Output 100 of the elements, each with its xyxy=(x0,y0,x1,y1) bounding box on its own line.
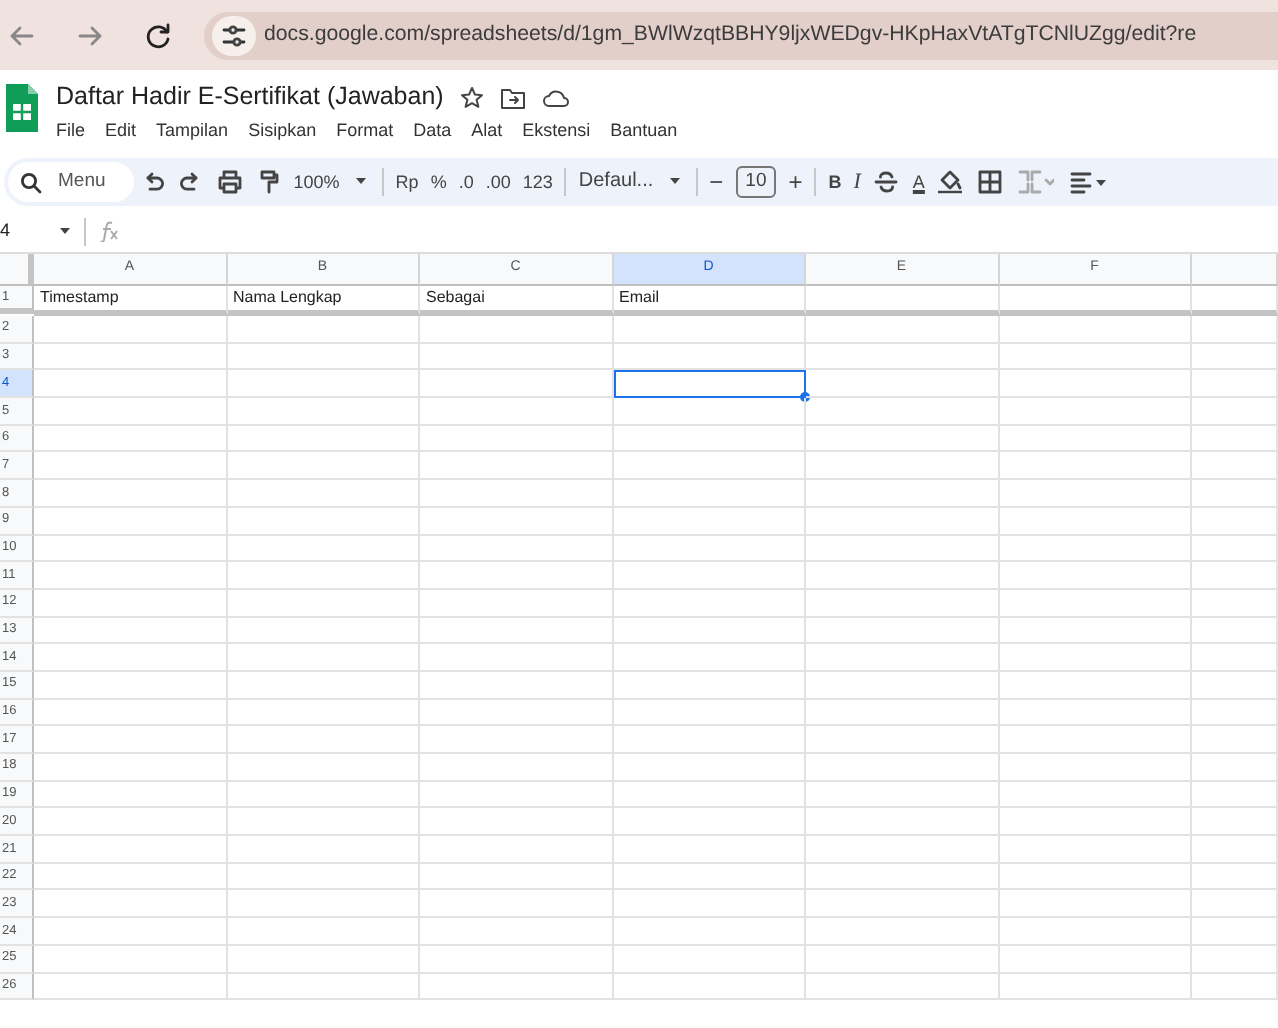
empty-cell[interactable] xyxy=(999,507,1192,535)
empty-cell[interactable] xyxy=(420,808,613,837)
empty-cell[interactable] xyxy=(227,589,420,618)
empty-cell[interactable] xyxy=(227,562,420,590)
borders-icon[interactable] xyxy=(978,170,1003,194)
folder-icon[interactable] xyxy=(499,85,526,109)
menu-item[interactable]: File xyxy=(56,118,86,145)
empty-cell[interactable] xyxy=(806,589,999,618)
empty-cell[interactable] xyxy=(613,644,806,672)
empty-cell[interactable] xyxy=(227,398,420,426)
empty-cell[interactable] xyxy=(806,507,999,535)
empty-cell[interactable] xyxy=(227,425,420,453)
empty-cell[interactable] xyxy=(420,918,613,946)
empty-cell[interactable] xyxy=(420,507,613,535)
empty-cell[interactable] xyxy=(613,863,806,891)
empty-cell[interactable] xyxy=(999,343,1192,371)
zoom-dropdown[interactable]: 100% xyxy=(287,162,346,202)
menu-search-field[interactable]: Menu xyxy=(8,162,134,202)
empty-cell[interactable] xyxy=(999,918,1192,946)
empty-cell[interactable] xyxy=(806,890,999,919)
empty-cell[interactable] xyxy=(999,863,1192,891)
empty-cell[interactable] xyxy=(227,370,420,399)
empty-cell[interactable] xyxy=(1192,343,1278,371)
empty-cell[interactable] xyxy=(1192,644,1278,672)
empty-cell[interactable] xyxy=(806,808,999,837)
empty-cell[interactable] xyxy=(613,343,806,371)
empty-cell[interactable] xyxy=(1192,836,1278,864)
empty-cell[interactable] xyxy=(806,726,999,754)
empty-cell[interactable] xyxy=(1192,973,1278,1001)
empty-cell[interactable] xyxy=(420,425,613,453)
empty-cell[interactable] xyxy=(420,699,613,727)
decrease-font-size-button[interactable]: − xyxy=(703,162,730,202)
fill-handle[interactable] xyxy=(800,392,810,403)
menu-item[interactable]: Alat xyxy=(471,118,503,145)
empty-cell[interactable] xyxy=(999,398,1192,426)
cell-text[interactable]: Nama Lengkap xyxy=(227,286,420,316)
empty-cell[interactable] xyxy=(420,398,613,426)
empty-cell[interactable] xyxy=(806,617,999,645)
empty-cell[interactable] xyxy=(613,589,806,618)
empty-cell[interactable] xyxy=(420,316,613,344)
cell-text[interactable]: Sebagai xyxy=(420,286,613,316)
empty-cell[interactable] xyxy=(999,890,1192,919)
empty-cell[interactable] xyxy=(420,781,613,809)
empty-cell[interactable] xyxy=(999,617,1192,645)
empty-cell[interactable] xyxy=(806,316,999,344)
merge-cells-icon[interactable] xyxy=(1018,170,1055,194)
empty-cell[interactable] xyxy=(806,452,999,481)
empty-cell[interactable] xyxy=(227,918,420,946)
italic-button[interactable]: I xyxy=(847,162,867,202)
empty-cell[interactable] xyxy=(1192,286,1278,316)
empty-cell[interactable] xyxy=(613,452,806,481)
back-icon[interactable] xyxy=(8,21,36,49)
cell-text[interactable]: Timestamp xyxy=(34,286,227,316)
empty-cell[interactable] xyxy=(1192,370,1278,399)
empty-cell[interactable] xyxy=(227,808,420,837)
select-all-corner[interactable] xyxy=(0,254,34,286)
empty-cell[interactable] xyxy=(1192,617,1278,645)
empty-cell[interactable] xyxy=(806,781,999,809)
empty-cell[interactable] xyxy=(1192,535,1278,563)
font-size-field[interactable]: 10 xyxy=(735,166,777,198)
site-settings-icon[interactable] xyxy=(212,15,256,55)
empty-cell[interactable] xyxy=(420,343,613,371)
empty-cell[interactable] xyxy=(613,836,806,864)
empty-cell[interactable] xyxy=(227,535,420,563)
text-color-button[interactable]: A xyxy=(906,162,931,202)
number-format-button[interactable]: 123 xyxy=(516,162,559,202)
empty-cell[interactable] xyxy=(227,754,420,782)
empty-cell[interactable] xyxy=(806,286,999,316)
empty-cell[interactable] xyxy=(613,398,806,426)
increase-decimal-button[interactable]: .00 xyxy=(479,162,517,202)
empty-cell[interactable] xyxy=(613,973,806,1001)
empty-cell[interactable] xyxy=(1192,890,1278,919)
empty-cell[interactable] xyxy=(1192,945,1278,973)
empty-cell[interactable] xyxy=(420,863,613,891)
empty-cell[interactable] xyxy=(806,644,999,672)
empty-cell[interactable] xyxy=(1192,863,1278,891)
font-dropdown[interactable]: Defaul... xyxy=(572,162,660,202)
empty-cell[interactable] xyxy=(1192,425,1278,453)
empty-cell[interactable] xyxy=(999,836,1192,864)
document-title[interactable]: Daftar Hadir E-Sertifikat (Jawaban) xyxy=(56,82,444,112)
decrease-decimal-button[interactable]: .0 xyxy=(452,162,480,202)
empty-cell[interactable] xyxy=(1192,589,1278,618)
empty-cell[interactable] xyxy=(420,836,613,864)
empty-cell[interactable] xyxy=(613,726,806,754)
empty-cell[interactable] xyxy=(420,562,613,590)
empty-cell[interactable] xyxy=(806,836,999,864)
empty-cell[interactable] xyxy=(420,617,613,645)
empty-cell[interactable] xyxy=(420,644,613,672)
empty-cell[interactable] xyxy=(227,644,420,672)
empty-cell[interactable] xyxy=(613,808,806,837)
empty-cell[interactable] xyxy=(1192,452,1278,481)
empty-cell[interactable] xyxy=(613,535,806,563)
fill-color-icon[interactable] xyxy=(938,170,963,194)
empty-cell[interactable] xyxy=(613,754,806,782)
empty-cell[interactable] xyxy=(1192,726,1278,754)
empty-cell[interactable] xyxy=(999,535,1192,563)
empty-cell[interactable] xyxy=(227,343,420,371)
empty-cell[interactable] xyxy=(806,671,999,700)
empty-cell[interactable] xyxy=(227,726,420,754)
empty-cell[interactable] xyxy=(420,973,613,1001)
